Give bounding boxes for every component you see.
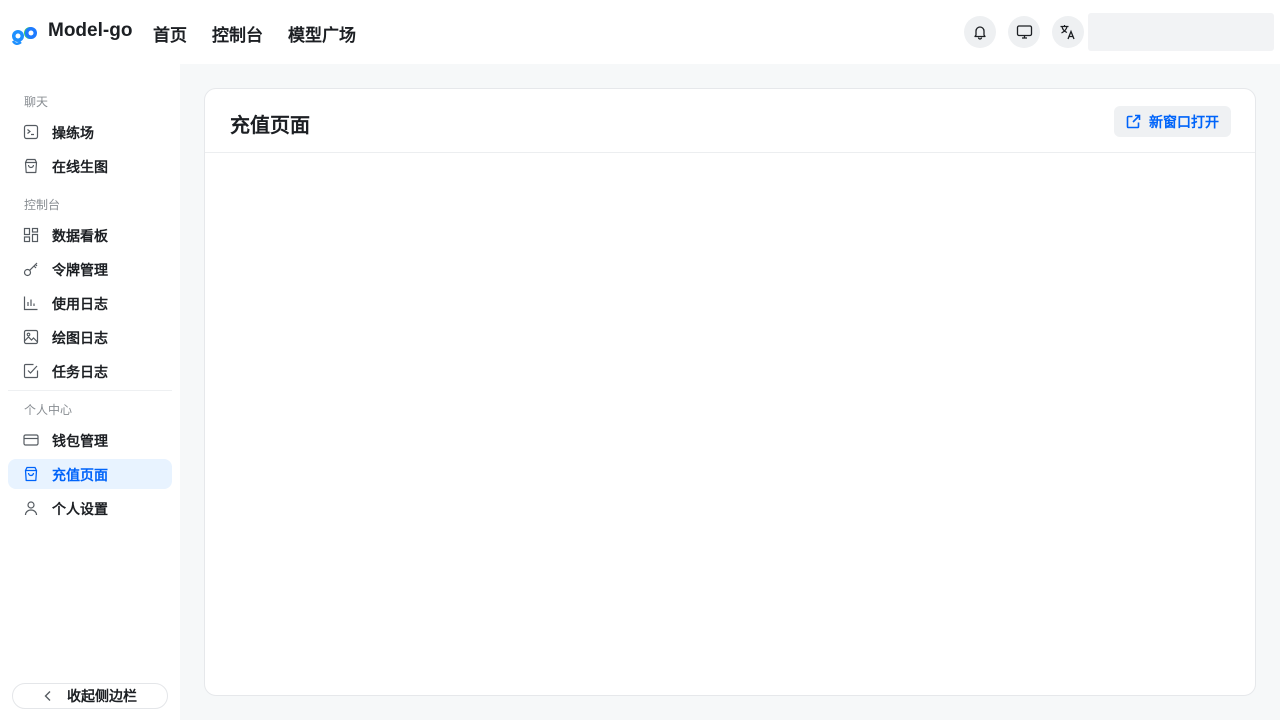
sidebar-item-usage-log[interactable]: 使用日志 xyxy=(8,288,172,318)
theme-button[interactable] xyxy=(1008,16,1040,48)
sidebar-item-label: 令牌管理 xyxy=(52,262,108,278)
top-nav: 首页 控制台 模型广场 xyxy=(153,21,356,46)
nav-home[interactable]: 首页 xyxy=(153,21,187,46)
collapse-label: 收起侧边栏 xyxy=(67,688,137,704)
sidebar-item-label: 钱包管理 xyxy=(52,433,108,449)
external-link-icon xyxy=(1126,114,1141,129)
sidebar-item-wallet[interactable]: 钱包管理 xyxy=(8,425,172,455)
group-title-chat: 聊天 xyxy=(24,95,49,109)
user-menu[interactable] xyxy=(1088,13,1274,51)
chart-icon xyxy=(23,296,38,311)
monitor-icon xyxy=(1016,25,1032,39)
sidebar-item-task-log[interactable]: 任务日志 xyxy=(8,356,172,386)
brand-name[interactable]: Model-go xyxy=(48,20,132,42)
sidebar-item-topup[interactable]: 充值页面 xyxy=(8,459,172,489)
sidebar-item-label: 个人设置 xyxy=(52,501,108,517)
sidebar-item-label: 数据看板 xyxy=(52,228,108,244)
collapse-sidebar-button[interactable]: 收起侧边栏 xyxy=(12,683,168,709)
sidebar-item-label: 在线生图 xyxy=(52,159,108,175)
sidebar-item-label: 绘图日志 xyxy=(52,330,108,346)
sidebar-item-label: 操练场 xyxy=(52,125,94,141)
open-new-window-button[interactable]: 新窗口打开 xyxy=(1114,106,1231,137)
sidebar: 聊天 操练场 在线生图 控制台 数据看板 令牌管理 使用日志 绘图日志 任务日志… xyxy=(0,64,180,720)
bag-icon xyxy=(24,158,38,174)
open-new-window-label: 新窗口打开 xyxy=(1149,113,1219,130)
sidebar-item-playground[interactable]: 操练场 xyxy=(8,117,172,147)
dashboard-icon xyxy=(23,227,39,243)
checkbox-icon xyxy=(23,363,39,379)
sidebar-item-label: 充值页面 xyxy=(52,467,108,483)
user-icon xyxy=(24,501,38,516)
main-area: 充值页面 新窗口打开 xyxy=(180,64,1280,720)
key-icon xyxy=(23,262,38,277)
sidebar-item-label: 使用日志 xyxy=(52,296,108,312)
card-icon xyxy=(23,434,39,446)
notifications-button[interactable] xyxy=(964,16,996,48)
chevron-left-icon xyxy=(44,691,51,701)
topup-card: 充值页面 新窗口打开 xyxy=(204,88,1256,696)
embedded-content-frame[interactable] xyxy=(205,153,1255,695)
sidebar-divider xyxy=(8,390,172,391)
sidebar-item-dashboard[interactable]: 数据看板 xyxy=(8,220,172,250)
image-icon xyxy=(23,329,39,345)
top-header: Model-go 首页 控制台 模型广场 xyxy=(0,0,1280,64)
bag-icon xyxy=(24,466,38,482)
sidebar-item-settings[interactable]: 个人设置 xyxy=(8,493,172,523)
language-button[interactable] xyxy=(1052,16,1084,48)
group-title-personal: 个人中心 xyxy=(24,403,73,417)
sidebar-item-tokens[interactable]: 令牌管理 xyxy=(8,254,172,284)
sidebar-item-image-gen[interactable]: 在线生图 xyxy=(8,151,172,181)
card-header: 充值页面 新窗口打开 xyxy=(205,89,1255,153)
logo-icon[interactable] xyxy=(10,22,40,46)
bell-icon xyxy=(974,26,986,40)
translate-icon xyxy=(1060,25,1075,40)
sidebar-item-drawing-log[interactable]: 绘图日志 xyxy=(8,322,172,352)
sidebar-item-label: 任务日志 xyxy=(52,364,108,380)
group-title-console: 控制台 xyxy=(24,198,61,212)
terminal-icon xyxy=(23,124,39,140)
page-title: 充值页面 xyxy=(230,115,310,137)
nav-model-square[interactable]: 模型广场 xyxy=(288,21,356,46)
nav-console[interactable]: 控制台 xyxy=(212,21,263,46)
